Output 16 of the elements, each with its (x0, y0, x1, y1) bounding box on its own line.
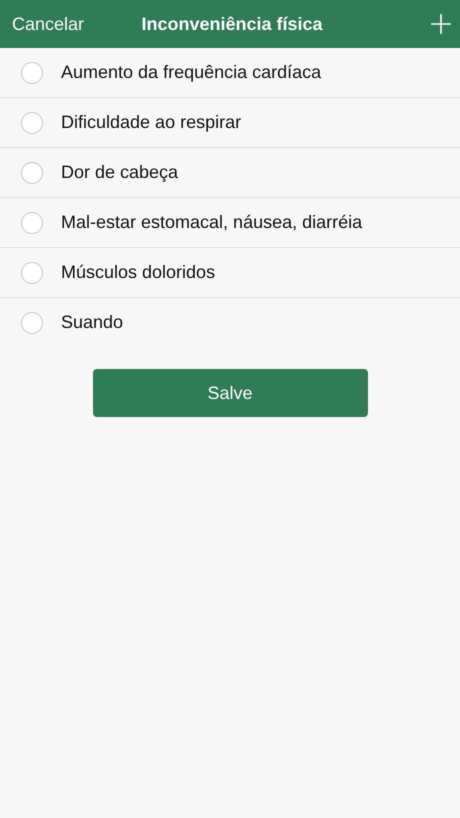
radio-button[interactable] (21, 262, 43, 284)
radio-button[interactable] (21, 62, 43, 84)
radio-button[interactable] (21, 162, 43, 184)
option-label[interactable]: Aumento da frequência cardíaca (61, 62, 322, 83)
option-label[interactable]: Suando (61, 312, 124, 333)
radio-button[interactable] (21, 212, 43, 234)
option-label[interactable]: Dificuldade ao respirar (61, 112, 242, 133)
add-icon[interactable] (430, 13, 452, 35)
option-label[interactable]: Dor de cabeça (61, 162, 178, 183)
screen-title: Inconveniência física (140, 14, 324, 34)
option-label[interactable]: Mal-estar estomacal, náusea, diarréia (61, 212, 362, 233)
radio-button[interactable] (21, 112, 43, 134)
save-button[interactable]: Salve (92, 369, 368, 417)
option-label[interactable]: Músculos doloridos (61, 262, 216, 283)
radio-button[interactable] (21, 312, 43, 334)
cancel-button[interactable]: Cancelar (12, 14, 84, 34)
